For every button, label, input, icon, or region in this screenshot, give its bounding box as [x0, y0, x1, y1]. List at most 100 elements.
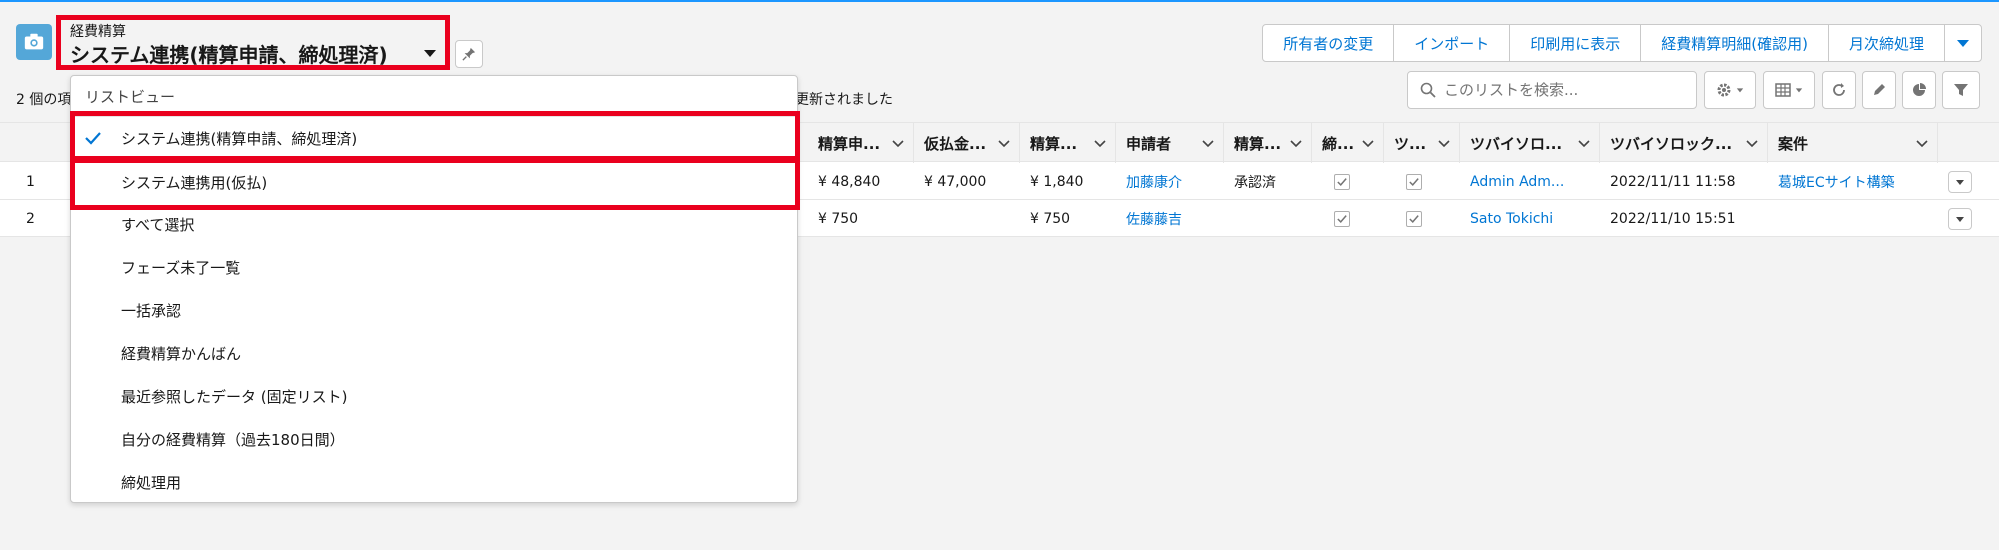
- row-number: 2: [26, 210, 35, 227]
- option-highlight-box: [70, 158, 800, 210]
- filter-button[interactable]: [1942, 71, 1980, 109]
- row-action-menu[interactable]: [1948, 208, 1972, 230]
- column-header[interactable]: 案件: [1768, 123, 1938, 163]
- datetime-cell: 2022/11/10 15:51: [1610, 210, 1736, 227]
- expense-detail-button[interactable]: 経費精算明細(確認用): [1641, 25, 1829, 61]
- column-header[interactable]: ツ...: [1384, 123, 1460, 163]
- column-header[interactable]: 精算申...: [808, 123, 914, 163]
- check-icon: [1337, 177, 1347, 186]
- updated-text: 更新されました: [795, 92, 893, 108]
- list-search-box[interactable]: [1407, 71, 1697, 109]
- chevron-down-icon[interactable]: [891, 136, 905, 150]
- chevron-down-icon[interactable]: [1437, 136, 1451, 150]
- dropdown-header: リストビュー: [85, 88, 176, 106]
- chevron-down-icon[interactable]: [1201, 136, 1215, 150]
- action-button-group: 所有者の変更 インポート 印刷用に表示 経費精算明細(確認用) 月次締処理: [1262, 24, 1982, 62]
- advance-cell: [914, 200, 1020, 237]
- list-view-option[interactable]: すべて選択: [71, 204, 797, 244]
- settle-cell: ¥ 1,840: [1030, 173, 1084, 190]
- status-cell: [1224, 200, 1312, 237]
- applicant-link[interactable]: 佐藤藤吉: [1116, 200, 1224, 237]
- option-label: すべて選択: [121, 215, 195, 234]
- list-settings-button[interactable]: [1704, 71, 1756, 109]
- check-icon: [1409, 214, 1419, 223]
- expense-object-icon: [16, 24, 52, 60]
- option-label: 締処理用: [121, 473, 182, 492]
- closed-checkbox-cell: [1324, 200, 1384, 237]
- column-header[interactable]: 仮払金...: [914, 123, 1020, 163]
- filter-icon: [1954, 84, 1968, 96]
- column-header[interactable]: 精算...: [1224, 123, 1312, 163]
- option-label: フェーズ未了一覧: [121, 258, 241, 277]
- import-button[interactable]: インポート: [1394, 25, 1511, 61]
- option-label: 一括承認: [121, 301, 182, 320]
- project-link[interactable]: 葛城ECサイト構築: [1768, 163, 1938, 200]
- refresh-icon: [1833, 83, 1845, 96]
- user-link[interactable]: Sato Tokichi: [1460, 200, 1600, 237]
- user-link[interactable]: Admin Adm...: [1460, 163, 1600, 200]
- settle-cell: ¥ 750: [1030, 210, 1071, 227]
- selected-option-highlight-box: [70, 111, 800, 161]
- column-header[interactable]: 締...: [1312, 123, 1384, 163]
- chevron-down-icon[interactable]: [1093, 136, 1107, 150]
- pin-icon: [462, 47, 476, 61]
- row-number: 1: [26, 173, 35, 190]
- list-view-option[interactable]: 締処理用: [71, 462, 797, 502]
- print-view-button[interactable]: 印刷用に表示: [1510, 25, 1642, 61]
- checkbox: [1334, 173, 1350, 190]
- list-view-option[interactable]: 自分の経費精算（過去180日間）: [71, 419, 797, 459]
- gear-icon: [1717, 83, 1731, 97]
- chevron-down-icon[interactable]: [1361, 136, 1375, 150]
- project-link[interactable]: [1768, 200, 1938, 237]
- datetime-cell: 2022/11/11 11:58: [1610, 173, 1736, 190]
- chevron-down-icon: [1736, 88, 1744, 93]
- sync-checkbox-cell: [1396, 200, 1456, 237]
- chevron-down-icon: [1956, 217, 1964, 222]
- search-icon: [1420, 82, 1436, 98]
- option-label: 最近参照したデータ (固定リスト): [121, 387, 348, 406]
- chevron-down-icon[interactable]: [1745, 136, 1759, 150]
- title-highlight-box: [56, 15, 450, 70]
- list-view-option[interactable]: 経費精算かんばん: [71, 333, 797, 373]
- column-header[interactable]: 精算...: [1020, 123, 1116, 163]
- column-header[interactable]: ツバイソロ...: [1460, 123, 1600, 163]
- advance-cell: ¥ 47,000: [924, 173, 987, 190]
- check-icon: [1337, 214, 1347, 223]
- list-view-option[interactable]: 一括承認: [71, 290, 797, 330]
- chevron-down-icon: [1956, 180, 1964, 185]
- checkbox: [1334, 210, 1350, 227]
- option-label: 自分の経費精算（過去180日間）: [121, 430, 345, 449]
- check-icon: [1409, 177, 1419, 186]
- row-action-menu[interactable]: [1948, 171, 1972, 193]
- pin-list-button[interactable]: [455, 40, 483, 68]
- checkbox: [1406, 173, 1422, 190]
- checkbox: [1406, 210, 1422, 227]
- chevron-down-icon[interactable]: [997, 136, 1011, 150]
- item-count-text: 2 個の項: [16, 92, 72, 108]
- amount-cell: ¥ 48,840: [818, 173, 881, 190]
- sync-checkbox-cell: [1396, 163, 1456, 200]
- monthly-close-button[interactable]: 月次締処理: [1829, 25, 1945, 61]
- table-icon: [1775, 83, 1791, 97]
- column-header[interactable]: 申請者: [1116, 123, 1224, 163]
- status-cell: 承認済: [1234, 174, 1276, 191]
- applicant-link[interactable]: 加藤康介: [1116, 163, 1224, 200]
- chart-button[interactable]: [1902, 71, 1936, 109]
- more-actions-button[interactable]: [1945, 25, 1981, 61]
- column-header[interactable]: ツバイソロック...: [1600, 123, 1768, 163]
- chevron-down-icon[interactable]: [1915, 136, 1929, 150]
- camera-icon: [24, 33, 44, 50]
- change-owner-button[interactable]: 所有者の変更: [1263, 25, 1395, 61]
- search-input[interactable]: [1444, 81, 1674, 99]
- chevron-down-icon[interactable]: [1289, 136, 1303, 150]
- inline-edit-button[interactable]: [1862, 71, 1896, 109]
- closed-checkbox-cell: [1324, 163, 1384, 200]
- list-view-option[interactable]: 最近参照したデータ (固定リスト): [71, 376, 797, 416]
- chevron-down-icon[interactable]: [1577, 136, 1591, 150]
- chevron-down-icon: [1795, 88, 1803, 93]
- refresh-button[interactable]: [1822, 71, 1856, 109]
- display-as-button[interactable]: [1763, 71, 1815, 109]
- pencil-icon: [1874, 84, 1885, 95]
- chevron-down-icon: [1957, 40, 1969, 47]
- list-view-option[interactable]: フェーズ未了一覧: [71, 247, 797, 287]
